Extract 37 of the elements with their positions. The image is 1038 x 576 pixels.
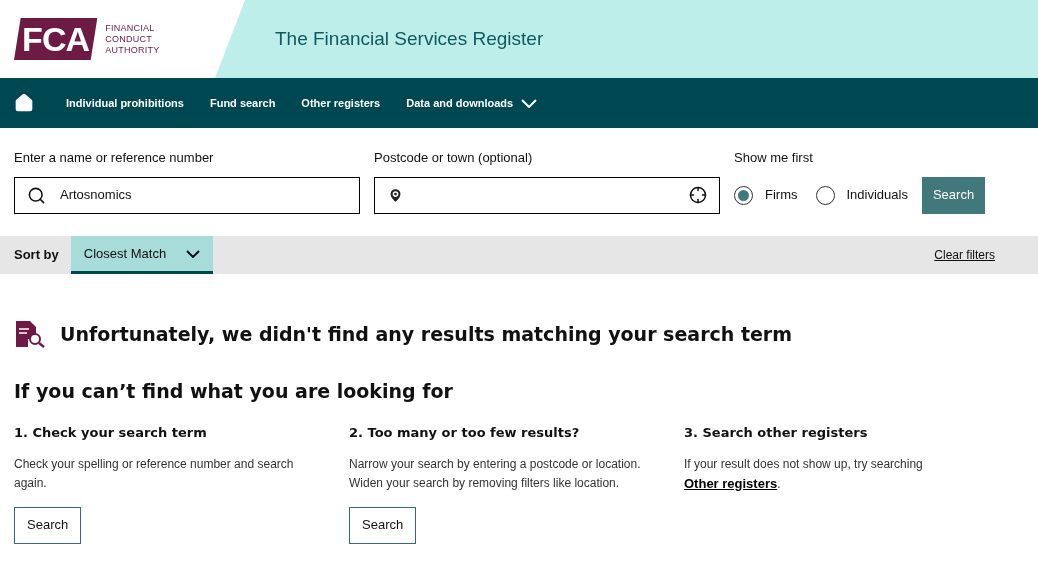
- help-heading: 1. Check your search term: [14, 424, 208, 442]
- help-heading: 2. Too many or too few results?: [349, 424, 581, 442]
- search-button[interactable]: Search: [349, 506, 417, 544]
- no-results-message: Unfortunately, we didn't find any results matching your search term: [60, 322, 793, 347]
- nav-link[interactable]: Other registers: [301, 94, 381, 112]
- logo-text: FINANCIAL: [105, 22, 156, 34]
- locate-icon: [689, 186, 707, 204]
- help-heading: 3. Search other registers: [684, 424, 869, 442]
- radio-option[interactable]: Individuals: [815, 185, 908, 205]
- pin-icon: [387, 186, 404, 204]
- help-text: If your result does not show up, try searching Other registers.: [684, 455, 924, 493]
- search-field[interactable]: Artosnomics: [14, 176, 360, 214]
- radio-option[interactable]: Firms: [734, 185, 798, 205]
- field-label: Postcode or town (optional): [374, 149, 534, 167]
- logo-text: AUTHORITY: [105, 44, 160, 56]
- field-value: Artosnomics: [60, 186, 132, 205]
- document-search-icon: [14, 320, 46, 349]
- help-text: Narrow your search by entering a postcode or location. Widen your search by removing filters like location.: [349, 455, 642, 492]
- site-title: The Financial Services Register: [275, 26, 544, 51]
- nav-link[interactable]: Individual prohibitions: [66, 94, 184, 112]
- nav-link[interactable]: Fund search: [209, 94, 276, 112]
- logo-mark: FCA: [14, 18, 98, 60]
- help-title: If you can’t find what you are looking for: [13, 378, 454, 404]
- search-icon: [27, 185, 46, 205]
- chevron-icon: [186, 249, 201, 258]
- help-text: Check your spelling or reference number and search again.: [14, 455, 295, 492]
- search-button[interactable]: Search: [14, 506, 82, 544]
- field-label: Enter a name or reference number: [14, 149, 215, 167]
- field-label: Show me first: [734, 149, 814, 167]
- sort-dropdown[interactable]: Closest Match: [70, 236, 214, 274]
- clear-filters-link[interactable]: Clear filters: [934, 246, 995, 264]
- sort-label: Sort by: [14, 246, 59, 265]
- location-field[interactable]: [374, 176, 720, 214]
- search-button[interactable]: Search: [921, 176, 986, 214]
- logo-text: CONDUCT: [105, 33, 153, 45]
- home-icon[interactable]: [14, 93, 34, 113]
- nav-link[interactable]: Data and downloads: [406, 94, 538, 112]
